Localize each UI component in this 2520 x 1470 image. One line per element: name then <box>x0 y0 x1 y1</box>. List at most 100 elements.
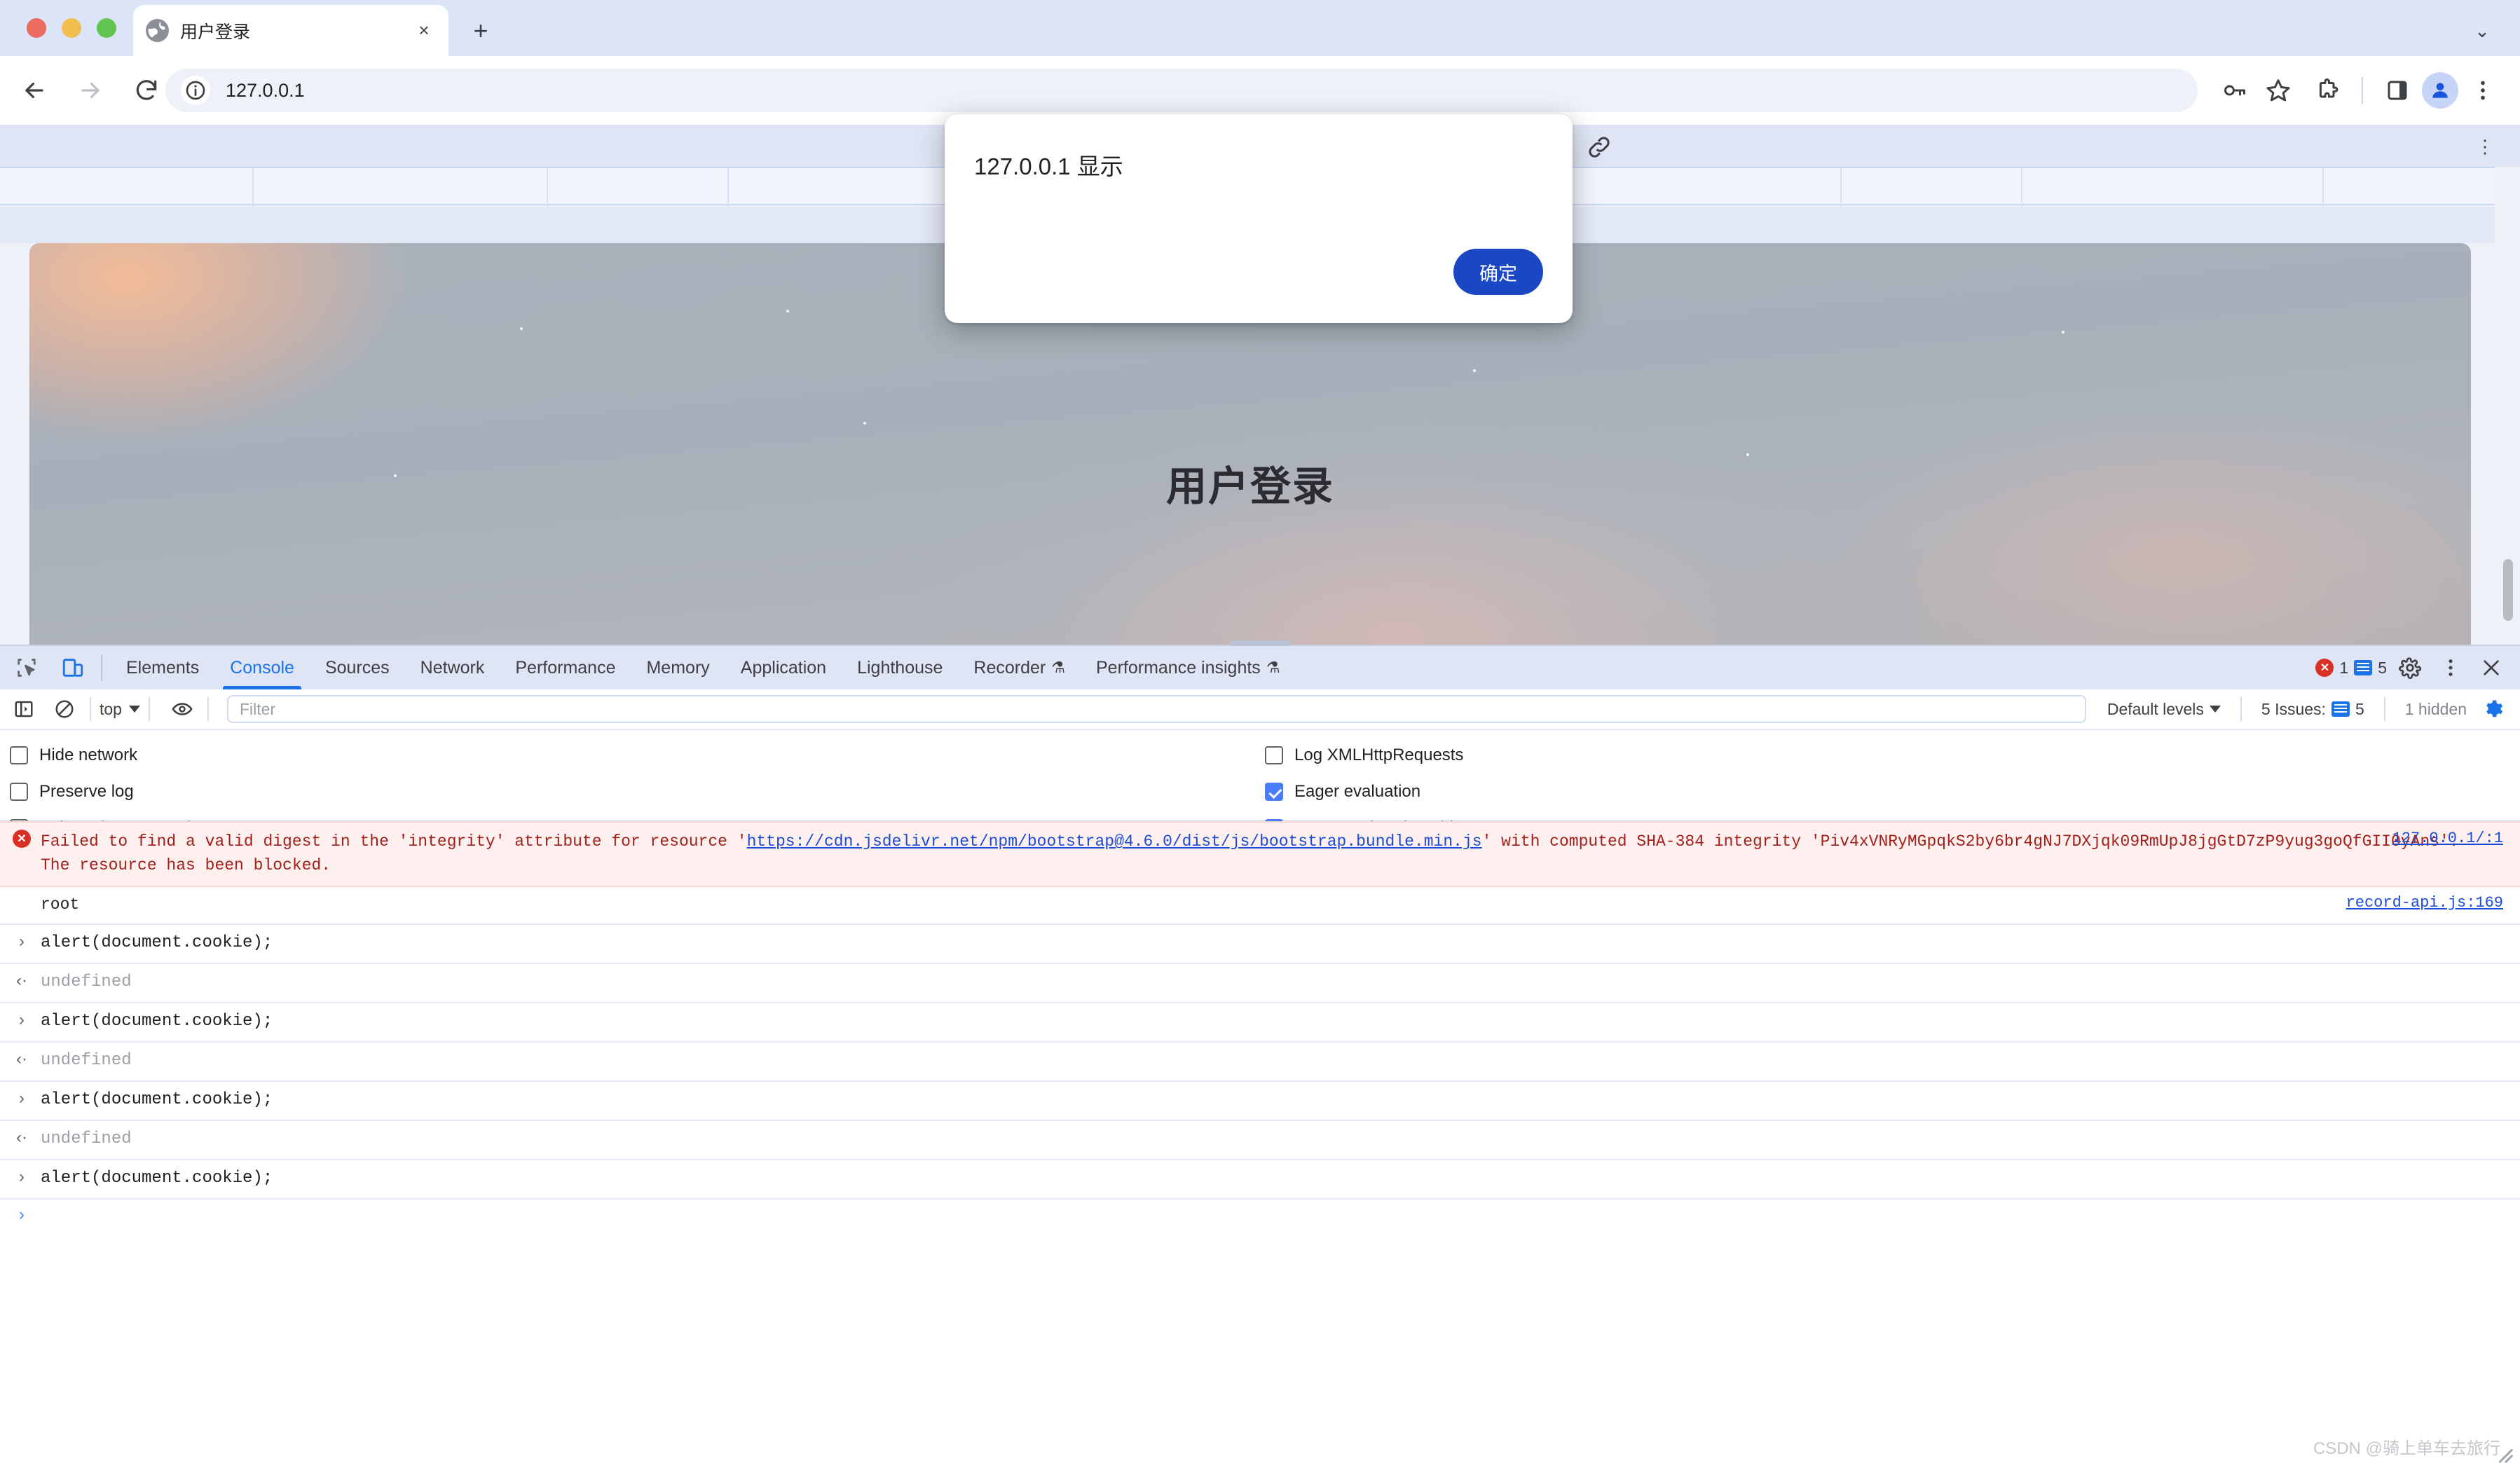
profile-avatar[interactable] <box>2422 72 2458 109</box>
back-button[interactable] <box>13 69 56 112</box>
output-chevron-icon: ‹· <box>10 1050 34 1073</box>
tab-sources[interactable]: Sources <box>310 646 405 689</box>
kebab-menu-icon[interactable] <box>2433 650 2468 685</box>
reload-button[interactable] <box>125 69 168 112</box>
bookmarks-overflow-icon[interactable]: ⋮ <box>2472 133 2498 160</box>
experiment-beaker-icon: ⚗ <box>1266 659 1280 677</box>
console-source-link[interactable]: 127.0.0.1/:1 <box>2392 830 2503 847</box>
javascript-alert-dialog: 127.0.0.1 显示 确定 <box>945 114 1573 323</box>
setting-hide-network[interactable]: Hide network <box>10 737 301 774</box>
bookmark-link-icon[interactable] <box>1585 133 1613 161</box>
console-input-entry[interactable]: › alert(document.cookie); <box>0 925 2520 964</box>
device-toolbar-icon[interactable] <box>53 648 93 687</box>
divider <box>2384 697 2385 721</box>
forward-button[interactable] <box>69 69 112 112</box>
console-output-entry[interactable]: ‹· undefined <box>0 1043 2520 1082</box>
checkbox[interactable] <box>10 746 28 764</box>
input-chevron-icon: › <box>10 1010 34 1034</box>
divider <box>90 697 91 721</box>
minimize-window-button[interactable] <box>62 18 81 38</box>
tab-performance[interactable]: Performance <box>500 646 631 689</box>
console-toolbar: top Filter Default levels 5 Iss <box>0 689 2520 730</box>
setting-eager-evaluation[interactable]: Eager evaluation <box>1265 774 1565 810</box>
setting-label: Hide network <box>39 746 137 765</box>
chevron-down-icon[interactable]: ⌄ <box>2465 14 2499 48</box>
setting-log-xmlhttprequests[interactable]: Log XMLHttpRequests <box>1265 737 1565 774</box>
hidden-messages-label: 1 hidden <box>2394 700 2478 719</box>
star-icon[interactable] <box>2258 70 2299 111</box>
console-output-entry[interactable]: ‹· undefined <box>0 964 2520 1003</box>
console-sidebar-icon[interactable] <box>7 692 41 726</box>
checkbox[interactable] <box>1265 746 1283 764</box>
console-prompt-input[interactable] <box>41 1207 2520 1230</box>
gear-icon[interactable] <box>2392 650 2427 685</box>
key-icon[interactable] <box>2214 70 2255 111</box>
extensions-icon[interactable] <box>2307 70 2348 111</box>
table-cell <box>2022 168 2324 207</box>
log-levels-dropdown[interactable]: Default levels <box>2096 700 2232 719</box>
checkbox[interactable] <box>1265 783 1283 801</box>
setting-preserve-log[interactable]: Preserve log <box>10 774 301 810</box>
chrome-menu-icon[interactable] <box>2463 70 2503 111</box>
input-chevron-icon: › <box>10 1089 34 1113</box>
inspect-element-icon[interactable] <box>7 648 46 687</box>
tab-lighthouse[interactable]: Lighthouse <box>842 646 958 689</box>
side-panel-icon[interactable] <box>2377 70 2418 111</box>
console-input-entry[interactable]: › alert(document.cookie); <box>0 1160 2520 1200</box>
error-count-badge[interactable]: ✕ 1 <box>2315 659 2348 678</box>
console-input-entry[interactable]: › alert(document.cookie); <box>0 1003 2520 1043</box>
checkbox[interactable] <box>10 783 28 801</box>
scrollbar-thumb[interactable] <box>2503 559 2513 621</box>
console-log-message[interactable]: root record-api.js:169 <box>0 887 2520 925</box>
resource-url-link[interactable]: https://cdn.jsdelivr.net/npm/bootstrap@4… <box>747 832 1482 851</box>
error-count: 1 <box>2339 659 2348 678</box>
console-output-entry[interactable]: ‹· undefined <box>0 1121 2520 1160</box>
console-output-text: undefined <box>41 1127 2520 1151</box>
error-text-line2: The resource has been blocked. <box>41 856 331 874</box>
tab-application[interactable]: Application <box>725 646 842 689</box>
decorative-dot <box>1473 369 1476 372</box>
devtools-status-actions: ✕ 1 5 <box>2315 646 2509 689</box>
tab-console[interactable]: Console <box>214 646 310 689</box>
console-message-list[interactable]: ✕ Failed to find a valid digest in the '… <box>0 821 2520 1470</box>
tab-label: Application <box>741 658 826 678</box>
message-count: 5 <box>2378 659 2387 678</box>
dialog-ok-button[interactable]: 确定 <box>1453 249 1543 295</box>
tab-recorder[interactable]: Recorder ⚗ <box>958 646 1081 689</box>
browser-tab[interactable]: 用户登录 × <box>133 5 448 56</box>
divider <box>101 654 102 681</box>
issues-badge[interactable]: 5 Issues: 5 <box>2250 700 2376 719</box>
chevron-down-icon <box>2210 706 2221 713</box>
console-error-message[interactable]: ✕ Failed to find a valid digest in the '… <box>0 821 2520 887</box>
setting-label: Log XMLHttpRequests <box>1294 746 1463 765</box>
execution-context-select[interactable]: top <box>100 700 140 719</box>
console-input-text: alert(document.cookie); <box>41 1088 2520 1112</box>
close-window-button[interactable] <box>27 18 46 38</box>
message-count-badge[interactable]: 5 <box>2354 659 2387 678</box>
console-source-link[interactable]: record-api.js:169 <box>2346 894 2503 912</box>
vertical-scrollbar[interactable] <box>2495 167 2520 645</box>
console-settings-gear-icon[interactable] <box>2478 694 2509 724</box>
tab-network[interactable]: Network <box>405 646 500 689</box>
site-information-icon[interactable] <box>181 76 210 105</box>
tab-label: Console <box>230 658 294 678</box>
devtools-resize-handle[interactable] <box>1230 640 1290 646</box>
tab-memory[interactable]: Memory <box>631 646 725 689</box>
live-expression-icon[interactable] <box>165 692 199 726</box>
tab-title: 用户登录 <box>180 18 412 43</box>
close-icon[interactable] <box>2474 650 2509 685</box>
new-tab-button[interactable]: + <box>464 14 498 48</box>
clear-console-icon[interactable] <box>48 692 81 726</box>
omnibox-actions <box>2214 70 2299 111</box>
maximize-window-button[interactable] <box>97 18 116 38</box>
error-text-before: Failed to find a valid digest in the 'in… <box>41 832 747 851</box>
console-filter-input[interactable]: Filter <box>227 695 2086 723</box>
tab-performance-insights[interactable]: Performance insights ⚗ <box>1081 646 1296 689</box>
decorative-dot <box>2062 331 2064 334</box>
console-input-text: alert(document.cookie); <box>41 1167 2520 1190</box>
console-prompt[interactable]: › <box>0 1200 2520 1240</box>
tab-elements[interactable]: Elements <box>111 646 214 689</box>
close-icon[interactable]: × <box>412 19 436 43</box>
console-input-entry[interactable]: › alert(document.cookie); <box>0 1082 2520 1121</box>
address-bar[interactable]: 127.0.0.1 <box>165 69 2198 112</box>
